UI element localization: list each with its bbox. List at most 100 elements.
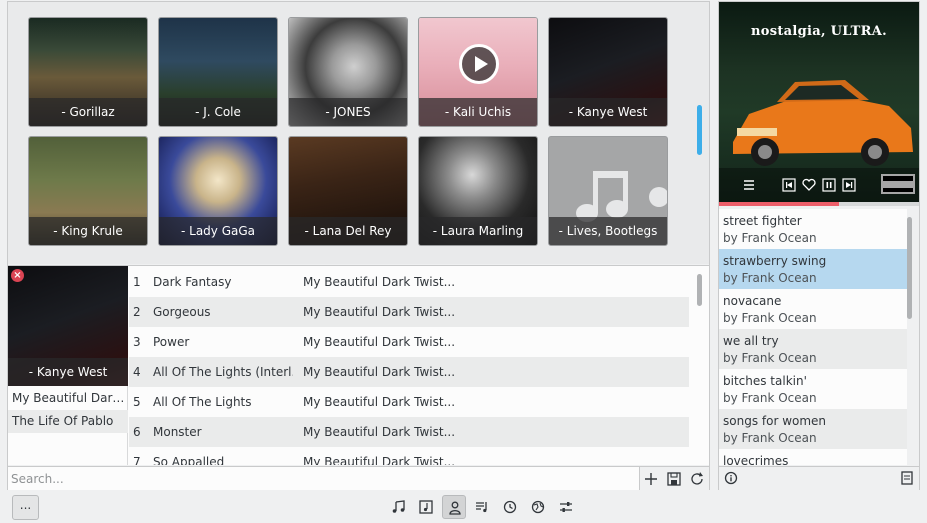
playlist-item-title: novacane	[723, 294, 782, 308]
playlist-icon[interactable]	[741, 177, 757, 193]
albums-view-button[interactable]	[414, 495, 438, 519]
clear-playlist-icon[interactable]	[899, 470, 917, 488]
artist-tile-kali-uchis[interactable]: - Kali Uchis	[418, 17, 538, 127]
track-number: 6	[133, 425, 141, 439]
artist-tile-laura-marling[interactable]: - Laura Marling	[418, 136, 538, 246]
track-number: 3	[133, 335, 141, 349]
artist-tile-label: - Kanye West	[549, 98, 667, 126]
artist-tile-label: - Lana Del Rey	[289, 217, 407, 245]
artist-tile-jones[interactable]: - JONES	[288, 17, 408, 127]
playback-progress-fill	[719, 202, 839, 206]
track-album: My Beautiful Dark Twist...	[303, 455, 456, 465]
save-icon[interactable]	[665, 470, 683, 488]
playlist-item-artist: by Frank Ocean	[723, 271, 817, 285]
artist-tile-lives-bootlegs[interactable]: - Lives, Bootlegs	[548, 136, 668, 246]
track-row[interactable]: 2 Gorgeous My Beautiful Dark Twist...	[129, 297, 689, 327]
artist-tile-kanye-west[interactable]: - Kanye West	[548, 17, 668, 127]
player-controls	[719, 168, 919, 202]
track-title: Monster	[153, 425, 202, 439]
tracks-view-button[interactable]	[387, 495, 411, 519]
playlist-item-artist: by Frank Ocean	[723, 431, 817, 445]
playlist-item-title: street fighter	[723, 214, 802, 228]
next-icon[interactable]	[841, 177, 857, 193]
recent-view-button[interactable]	[498, 495, 522, 519]
playback-progress[interactable]	[719, 202, 919, 206]
artist-tile-label: - Laura Marling	[419, 217, 537, 245]
artists-view-button[interactable]	[442, 495, 466, 519]
settings-view-button[interactable]	[554, 495, 578, 519]
info-icon[interactable]	[723, 470, 741, 488]
clock-icon	[503, 500, 517, 514]
artist-tile-label: - King Krule	[29, 217, 147, 245]
track-title: So Appalled	[153, 455, 225, 465]
playlist-item-title: bitches talkin'	[723, 374, 807, 388]
playlist-item[interactable]: we all try by Frank Ocean	[719, 329, 907, 369]
track-title: All Of The Lights	[153, 395, 252, 409]
add-icon[interactable]	[642, 470, 660, 488]
playlist-item-title: lovecrimes	[723, 454, 789, 465]
album-item[interactable]: My Beautiful Dark ...	[8, 387, 128, 410]
menu-button[interactable]: ...	[12, 495, 39, 520]
artist-tile-label: - Lives, Bootlegs	[549, 217, 667, 245]
online-view-button[interactable]	[526, 495, 550, 519]
artist-tile-lana-del-rey[interactable]: - Lana Del Rey	[288, 136, 408, 246]
artist-tile-label: - Lady GaGa	[159, 217, 277, 245]
artist-grid-scrollbar[interactable]	[697, 105, 702, 155]
close-icon[interactable]: ×	[11, 269, 24, 282]
track-row[interactable]: 3 Power My Beautiful Dark Twist...	[129, 327, 689, 357]
track-title: Power	[153, 335, 190, 349]
library-panel: - Gorillaz - J. Cole - JONES - Kali Uchi…	[7, 1, 710, 490]
artist-details: × - Kanye West My Beautiful Dark ... The…	[8, 265, 709, 465]
search-input[interactable]	[8, 467, 640, 490]
track-row[interactable]: 4 All Of The Lights (Interl... My Beauti…	[129, 357, 689, 387]
pause-icon[interactable]	[821, 177, 837, 193]
play-icon[interactable]	[459, 44, 499, 84]
playlist-item[interactable]: strawberry swing by Frank Ocean	[719, 249, 907, 289]
playlist-item[interactable]: lovecrimes	[719, 449, 907, 465]
track-number: 4	[133, 365, 141, 379]
artist-tile-gorillaz[interactable]: - Gorillaz	[28, 17, 148, 127]
playlist-item-artist: by Frank Ocean	[723, 351, 817, 365]
playlist-item[interactable]: novacane by Frank Ocean	[719, 289, 907, 329]
track-row[interactable]: 1 Dark Fantasy My Beautiful Dark Twist..…	[129, 267, 689, 297]
playlist-scrollbar[interactable]	[907, 217, 912, 319]
album-icon	[419, 500, 433, 514]
playlist-footer	[719, 466, 919, 490]
track-row[interactable]: 6 Monster My Beautiful Dark Twist...	[129, 417, 689, 447]
track-album: My Beautiful Dark Twist...	[303, 365, 456, 379]
artist-tile-lady-gaga[interactable]: - Lady GaGa	[158, 136, 278, 246]
track-row[interactable]: 5 All Of The Lights My Beautiful Dark Tw…	[129, 387, 689, 417]
track-album: My Beautiful Dark Twist...	[303, 395, 456, 409]
album-column: × - Kanye West My Beautiful Dark ... The…	[8, 266, 128, 465]
album-cover: nostalgia, ULTRA.	[719, 2, 919, 202]
album-item[interactable]: The Life Of Pablo	[8, 410, 128, 433]
playlist-item[interactable]: street fighter by Frank Ocean	[719, 209, 907, 249]
artist-tile-label: - JONES	[289, 98, 407, 126]
artist-tile-king-krule[interactable]: - King Krule	[28, 136, 148, 246]
sliders-icon	[560, 502, 572, 512]
globe-icon	[531, 500, 545, 514]
now-playing-panel: nostalgia, ULTRA. street fighter by Fran…	[718, 1, 920, 490]
previous-icon[interactable]	[781, 177, 797, 193]
track-album: My Beautiful Dark Twist...	[303, 425, 456, 439]
playlist-icon	[476, 502, 487, 513]
playlist-item-artist: by Frank Ocean	[723, 231, 817, 245]
track-list-scrollbar[interactable]	[697, 274, 702, 306]
refresh-icon[interactable]	[688, 470, 706, 488]
track-album: My Beautiful Dark Twist...	[303, 275, 456, 289]
track-title: Dark Fantasy	[153, 275, 232, 289]
track-title: All Of The Lights (Interl...	[153, 365, 293, 379]
playlist-item[interactable]: songs for women by Frank Ocean	[719, 409, 907, 449]
bottom-toolbar: ...	[0, 492, 927, 523]
playlist-item[interactable]: bitches talkin' by Frank Ocean	[719, 369, 907, 409]
playlist-item-artist: by Frank Ocean	[723, 391, 817, 405]
music-note-icon	[392, 500, 405, 513]
playlists-view-button[interactable]	[470, 495, 494, 519]
track-number: 1	[133, 275, 141, 289]
playlist-item-artist: by Frank Ocean	[723, 311, 817, 325]
playlist-item-title: songs for women	[723, 414, 827, 428]
track-row[interactable]: 7 So Appalled My Beautiful Dark Twist...	[129, 447, 689, 465]
track-title: Gorgeous	[153, 305, 211, 319]
heart-icon[interactable]	[801, 177, 817, 193]
artist-tile-j-cole[interactable]: - J. Cole	[158, 17, 278, 127]
